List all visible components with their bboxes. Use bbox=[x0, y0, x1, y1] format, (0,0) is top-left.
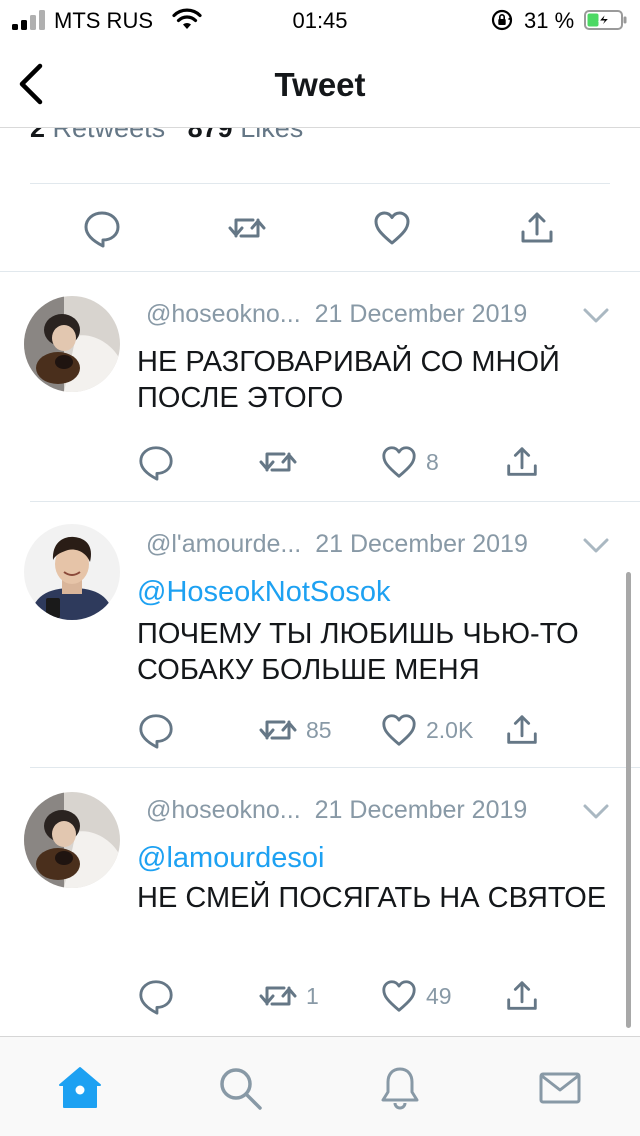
reply-actions: 1 49 bbox=[0, 976, 640, 1020]
like-icon bbox=[382, 714, 416, 746]
like-count: 2.0K bbox=[426, 716, 474, 743]
share-icon[interactable] bbox=[517, 208, 557, 248]
avatar[interactable] bbox=[24, 296, 120, 392]
divider bbox=[30, 183, 610, 184]
like-button[interactable]: 2.0K bbox=[380, 710, 473, 750]
share-button[interactable] bbox=[503, 976, 541, 1016]
battery-icon bbox=[584, 10, 627, 30]
share-button[interactable] bbox=[503, 442, 541, 482]
reply-text: НЕ СМЕЙ ПОСЯГАТЬ НА СВЯТОЕ bbox=[137, 882, 607, 914]
retweet-icon bbox=[259, 452, 297, 472]
retweet-icon bbox=[259, 986, 297, 1006]
search-icon[interactable] bbox=[217, 1065, 263, 1111]
tab-bar bbox=[0, 1036, 640, 1136]
reply-text: НЕ РАЗГОВАРИВАЙ СО МНОЙ ПОСЛЕ ЭТОГО bbox=[137, 346, 560, 414]
chevron-down-icon[interactable] bbox=[582, 306, 610, 326]
share-icon bbox=[507, 981, 537, 1010]
avatar[interactable] bbox=[24, 792, 120, 888]
reply-date: 21 December 2019 bbox=[315, 530, 528, 558]
page-title: Tweet bbox=[274, 66, 366, 103]
reply-tweet[interactable]: @hoseokno... 21 December 2019 НЕ РАЗГОВАР… bbox=[0, 272, 640, 502]
nav-bar: Tweet bbox=[0, 40, 640, 128]
reply-handle[interactable]: @hoseokno... bbox=[146, 300, 301, 329]
reply-meta: @hoseokno... 21 December 2019 bbox=[146, 796, 527, 825]
chevron-down-icon[interactable] bbox=[582, 536, 610, 556]
reply-meta: @l'amourde... 21 December 2019 bbox=[146, 530, 528, 559]
main-tweet-actions bbox=[0, 200, 640, 256]
reply-mention-link[interactable]: @lamourdesoi bbox=[137, 842, 324, 875]
reply-actions: 8 bbox=[0, 442, 640, 486]
share-icon bbox=[507, 447, 537, 476]
reply-button[interactable] bbox=[137, 442, 175, 482]
reply-date: 21 December 2019 bbox=[314, 796, 528, 824]
orientation-lock-icon bbox=[491, 9, 513, 31]
reply-icon bbox=[139, 980, 173, 1015]
avatar[interactable] bbox=[24, 524, 120, 620]
like-icon[interactable] bbox=[372, 208, 412, 248]
reply-text: ПОЧЕМУ ТЫ ЛЮБИШЬ ЧЬЮ-ТО СОБАКУ БОЛЬШЕ МЕ… bbox=[137, 618, 579, 686]
reply-actions: 85 2.0K bbox=[0, 710, 640, 754]
reply-date: 21 December 2019 bbox=[314, 300, 528, 328]
retweet-icon bbox=[259, 720, 297, 740]
status-bar: MTS RUS 01:45 31 % bbox=[0, 0, 640, 40]
retweet-count: 1 bbox=[306, 982, 319, 1009]
reply-button[interactable] bbox=[137, 710, 175, 750]
chevron-down-icon[interactable] bbox=[582, 802, 610, 822]
retweet-button[interactable] bbox=[258, 442, 306, 482]
reply-button[interactable] bbox=[137, 976, 175, 1016]
like-button[interactable]: 8 bbox=[380, 442, 439, 482]
like-icon bbox=[382, 980, 416, 1012]
reply-tweet[interactable]: @l'amourde... 21 December 2019 @HoseokNot… bbox=[0, 502, 640, 768]
retweet-button[interactable]: 1 bbox=[258, 976, 319, 1016]
retweet-count: 85 bbox=[306, 716, 332, 743]
like-icon bbox=[382, 446, 416, 478]
reply-mention-link[interactable]: @HoseokNotSosok bbox=[137, 576, 391, 609]
reply-meta: @hoseokno... 21 December 2019 bbox=[146, 300, 527, 329]
like-count: 8 bbox=[426, 448, 439, 475]
scrollbar[interactable] bbox=[626, 572, 631, 1028]
reply-icon[interactable] bbox=[82, 208, 122, 248]
battery-percent: 31 % bbox=[524, 8, 575, 33]
messages-icon[interactable] bbox=[537, 1065, 583, 1111]
retweet-button[interactable]: 85 bbox=[258, 710, 332, 750]
reply-icon bbox=[139, 714, 173, 749]
home-icon[interactable] bbox=[57, 1065, 103, 1111]
share-icon bbox=[507, 715, 537, 744]
share-button[interactable] bbox=[503, 710, 541, 750]
like-count: 49 bbox=[426, 982, 452, 1009]
retweet-icon[interactable] bbox=[227, 208, 267, 248]
reply-handle[interactable]: @hoseokno... bbox=[146, 796, 301, 825]
reply-handle[interactable]: @l'amourde... bbox=[146, 530, 301, 559]
like-button[interactable]: 49 bbox=[380, 976, 452, 1016]
notifications-icon[interactable] bbox=[377, 1065, 423, 1111]
reply-tweet[interactable]: @hoseokno... 21 December 2019 @lamourdeso… bbox=[0, 768, 640, 1034]
reply-icon bbox=[139, 446, 173, 481]
